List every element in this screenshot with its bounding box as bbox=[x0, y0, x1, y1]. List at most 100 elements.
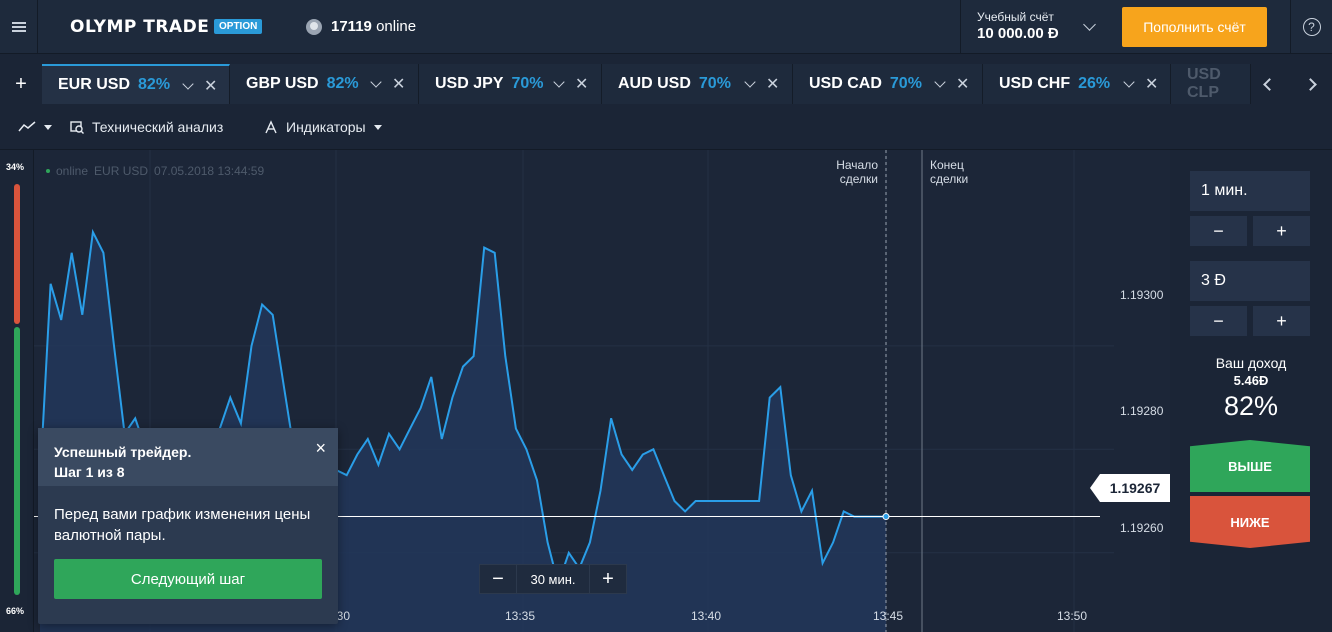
technical-analysis-label: Технический анализ bbox=[92, 119, 224, 135]
online-label: online bbox=[376, 18, 417, 35]
chevron-down-icon[interactable] bbox=[744, 76, 756, 88]
chevron-down-icon[interactable] bbox=[1123, 76, 1135, 88]
next-step-button[interactable]: Следующий шаг bbox=[54, 559, 322, 599]
tab-usd-jpy[interactable]: USD JPY 70% ✕ bbox=[419, 64, 602, 104]
current-price-tag: 1.19267 bbox=[1090, 474, 1170, 502]
tab-aud-usd[interactable]: AUD USD 70% ✕ bbox=[602, 64, 793, 104]
tab-pct: 82% bbox=[138, 76, 171, 93]
higher-button[interactable]: ВЫШЕ bbox=[1190, 440, 1310, 492]
sentiment-down-pct: 34% bbox=[6, 162, 25, 172]
technical-analysis-button[interactable]: Технический анализ bbox=[70, 104, 223, 150]
tab-pair: EUR USD bbox=[58, 76, 131, 93]
sentiment-down-bar bbox=[14, 184, 20, 324]
chart-datetime: 07.05.2018 13:44:59 bbox=[154, 164, 265, 178]
duration-decrease-button[interactable]: − bbox=[1190, 216, 1247, 246]
help-button[interactable]: ? bbox=[1290, 0, 1332, 54]
close-icon[interactable]: ✕ bbox=[392, 74, 405, 94]
close-icon[interactable]: ✕ bbox=[575, 74, 588, 94]
tab-pair: AUD USD bbox=[618, 75, 691, 92]
chevron-right-icon bbox=[1303, 77, 1317, 91]
close-icon[interactable]: ✕ bbox=[766, 74, 779, 94]
income-value: 5.46Đ bbox=[1233, 373, 1269, 388]
tab-pct: 70% bbox=[889, 75, 922, 92]
caret-down-icon bbox=[44, 124, 52, 130]
account-balance: 10 000.00 Đ bbox=[977, 25, 1059, 42]
tab-usd-cad[interactable]: USD CAD 70% ✕ bbox=[793, 64, 983, 104]
tab-usd-clp[interactable]: USD CLP bbox=[1171, 64, 1251, 104]
tutorial-header: Успешный трейдер. Шаг 1 из 8 × bbox=[38, 428, 338, 486]
tab-pct: 26% bbox=[1078, 75, 1111, 92]
x-tick-label: 13:35 bbox=[505, 609, 536, 623]
close-icon[interactable]: ✕ bbox=[956, 74, 969, 94]
tab-pct: 70% bbox=[511, 75, 544, 92]
close-icon[interactable]: × bbox=[315, 438, 326, 459]
close-icon[interactable]: ✕ bbox=[1145, 74, 1158, 94]
deposit-button[interactable]: Пополнить счёт bbox=[1122, 7, 1267, 47]
asset-tabs: + EUR USD 82% ✕ GBP USD 82% ✕ USD JPY 70% ✕… bbox=[0, 64, 1332, 104]
chart-info: online EUR USD 07.05.2018 13:44:59 bbox=[46, 164, 264, 178]
x-tick-label: 13:45 bbox=[873, 609, 904, 623]
chart-toolbar: Технический анализ Индикаторы bbox=[0, 104, 1332, 150]
chart-type-button[interactable] bbox=[18, 104, 52, 150]
zoom-out-button[interactable]: − bbox=[479, 564, 517, 594]
chevron-down-icon[interactable] bbox=[553, 76, 565, 88]
tab-usd-chf[interactable]: USD CHF 26% ✕ bbox=[983, 64, 1171, 104]
sentiment-up-bar bbox=[14, 327, 20, 595]
indicators-icon bbox=[265, 120, 277, 134]
chevron-down-icon[interactable] bbox=[370, 76, 382, 88]
online-count: 17119 bbox=[331, 18, 372, 35]
tutorial-popup: Успешный трейдер. Шаг 1 из 8 × Перед вам… bbox=[38, 428, 338, 624]
duration-field[interactable]: 1 мин. bbox=[1190, 171, 1310, 211]
account-label: Учебный счёт bbox=[977, 10, 1054, 24]
lower-button[interactable]: НИЖЕ bbox=[1190, 496, 1310, 548]
current-price-point bbox=[882, 513, 890, 521]
amount-field[interactable]: 3 Đ bbox=[1190, 261, 1310, 301]
tab-gbp-usd[interactable]: GBP USD 82% ✕ bbox=[230, 64, 419, 104]
close-icon[interactable]: ✕ bbox=[204, 76, 217, 96]
account-selector[interactable]: Учебный счёт 10 000.00 Đ bbox=[960, 0, 1106, 54]
menu-button[interactable] bbox=[0, 0, 38, 54]
deal-end-label: Конец сделки bbox=[930, 158, 968, 186]
tab-pair: USD CHF bbox=[999, 75, 1071, 92]
tutorial-title: Успешный трейдер. Шаг 1 из 8 bbox=[54, 442, 191, 482]
chevron-down-icon[interactable] bbox=[182, 78, 194, 90]
indicators-button[interactable]: Индикаторы bbox=[264, 104, 382, 150]
amount-increase-button[interactable]: + bbox=[1253, 306, 1310, 336]
deal-end-line2: сделки bbox=[930, 172, 969, 186]
y-tick-label: 1.19260 bbox=[1120, 521, 1164, 535]
deal-start-label: Начало сделки bbox=[826, 158, 878, 186]
amount-decrease-button[interactable]: − bbox=[1190, 306, 1247, 336]
user-icon bbox=[306, 18, 322, 35]
tabs-prev-button[interactable] bbox=[1251, 64, 1287, 104]
income-label: Ваш доход bbox=[1215, 355, 1287, 371]
tabs-next-button[interactable] bbox=[1292, 64, 1328, 104]
chevron-down-icon bbox=[1083, 18, 1096, 31]
tutorial-text: Перед вами график изменения цены валютно… bbox=[54, 506, 311, 544]
online-counter: 17119 online bbox=[306, 18, 416, 35]
chevron-down-icon[interactable] bbox=[934, 76, 946, 88]
chart-pair: EUR USD bbox=[94, 164, 149, 178]
tab-pair: USD JPY bbox=[435, 75, 504, 92]
logo-badge: OPTION bbox=[214, 19, 263, 34]
deal-start-line2: сделки bbox=[839, 172, 878, 186]
tab-pair: USD CLP bbox=[1187, 66, 1221, 101]
online-dot-icon bbox=[46, 169, 50, 173]
sentiment-up-pct: 66% bbox=[6, 606, 25, 616]
chevron-left-icon bbox=[1262, 77, 1276, 91]
add-tab-button[interactable]: + bbox=[0, 64, 42, 104]
tab-eur-usd[interactable]: EUR USD 82% ✕ bbox=[42, 64, 230, 104]
help-icon: ? bbox=[1302, 18, 1321, 36]
zoom-in-button[interactable]: + bbox=[589, 564, 627, 594]
income-percent: 82% bbox=[1223, 391, 1279, 421]
top-header: OLYMP TRADE OPTION 17119 online Учебный … bbox=[0, 0, 1332, 54]
indicators-label: Индикаторы bbox=[286, 119, 366, 135]
caret-down-icon bbox=[373, 124, 382, 130]
tab-pct: 82% bbox=[326, 75, 359, 92]
deal-start-line1: Начало bbox=[836, 158, 878, 172]
trade-panel: 1 мин. − + 3 Đ − + Ваш доход 5.46Đ 82% В… bbox=[1170, 150, 1332, 632]
duration-increase-button[interactable]: + bbox=[1253, 216, 1310, 246]
tab-pair: USD CAD bbox=[809, 75, 882, 92]
tutorial-step-counter: Шаг 1 из 8 bbox=[54, 464, 125, 480]
chart-status: online bbox=[56, 164, 89, 178]
y-tick-label: 1.19300 bbox=[1120, 288, 1164, 302]
